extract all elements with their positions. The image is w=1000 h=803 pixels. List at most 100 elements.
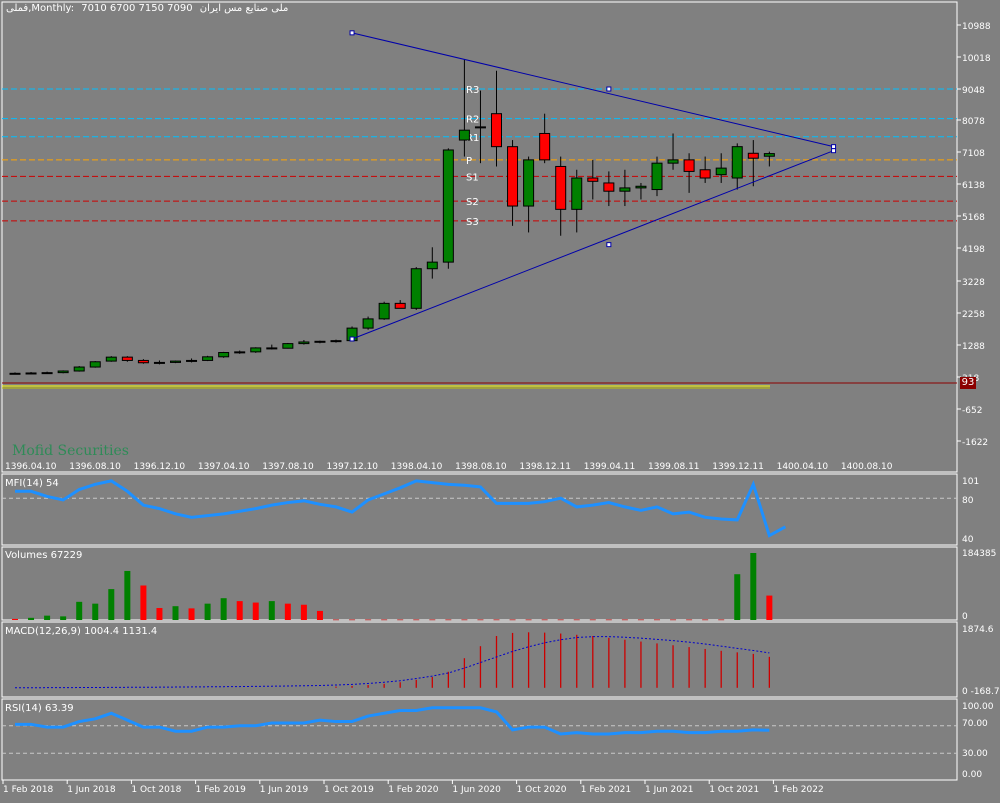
candle-body xyxy=(330,340,342,343)
time-tick-label-top: 1397.04.10 xyxy=(198,462,250,472)
chart-window: R3 R2 R1 P S1 S2 S3 101 80 40 184385 0 1874.6 0 -1… xyxy=(0,0,1000,800)
price-tick-label: -1622 xyxy=(962,438,988,448)
volume-bar xyxy=(589,619,596,621)
pivot-label-r3: R3 xyxy=(466,85,479,96)
price-tick-label: 8078 xyxy=(962,117,985,127)
volume-bar xyxy=(365,619,372,621)
volume-bar xyxy=(541,619,548,621)
candle-body xyxy=(699,169,711,179)
volume-bar xyxy=(124,570,131,620)
candle-body xyxy=(426,261,438,270)
candle-body xyxy=(491,113,502,148)
price-tick-label: 7108 xyxy=(962,149,985,159)
time-tick-label-bottom: 1 Jun 2019 xyxy=(260,785,309,795)
candle-body xyxy=(731,146,743,179)
time-tick-label-bottom: 1 Feb 2022 xyxy=(773,785,823,795)
candle-body xyxy=(314,340,326,343)
time-tick-label-top: 1396.04.10 xyxy=(5,462,57,472)
volume-bar xyxy=(509,619,516,621)
price-tick-label: 2258 xyxy=(962,310,985,320)
time-tick-label-top: 1397.08.10 xyxy=(262,462,314,472)
candle-body xyxy=(153,361,165,364)
time-tick-label-top: 1396.12.10 xyxy=(134,462,186,472)
pivot-label-s3: S3 xyxy=(466,217,479,228)
volume-tick-label: 184385 xyxy=(962,549,996,559)
candle-body xyxy=(619,187,631,192)
volume-bar xyxy=(413,619,420,621)
volume-bar xyxy=(300,604,307,620)
time-tick-label-bottom: 1 Oct 2021 xyxy=(709,785,759,795)
price-tick-label: 1288 xyxy=(962,342,985,352)
candle-body xyxy=(105,356,117,362)
chart-canvas[interactable]: R3R2R1PS1S2S3 1018040 1843850 1874.60 -1… xyxy=(0,0,1000,800)
volume-bar xyxy=(268,601,275,620)
candle-body xyxy=(539,132,551,161)
time-tick-label-top: 1400.08.10 xyxy=(841,462,893,472)
candle-body xyxy=(667,159,679,164)
price-tick-label: -652 xyxy=(962,406,982,416)
triangle-anchor-point xyxy=(606,86,612,92)
volume-bar xyxy=(397,619,404,621)
candle-body xyxy=(89,361,101,368)
candle-body xyxy=(683,159,695,172)
volume-bar xyxy=(429,619,436,621)
volume-bar xyxy=(702,619,709,621)
time-tick-label-top: 1399.04.11 xyxy=(584,462,636,472)
candle-body xyxy=(73,366,85,372)
candle-body xyxy=(298,341,310,345)
candle-body xyxy=(170,360,181,363)
volume-bar xyxy=(188,608,195,620)
chart-header: فملی,Monthly: 7010 6700 7150 7090 ملی صن… xyxy=(6,3,288,14)
candle-body xyxy=(635,185,647,189)
pivot-label-p: P xyxy=(466,156,472,167)
mfi-tick-label: 80 xyxy=(962,496,974,506)
current-price-badge: 93 xyxy=(960,377,976,389)
volume-bar xyxy=(525,619,532,621)
rsi-tick-label: 70.00 xyxy=(962,719,988,729)
candle-body xyxy=(523,159,535,207)
volume-bar xyxy=(316,610,323,620)
candle-body xyxy=(747,152,759,159)
triangle-anchor-point xyxy=(349,30,355,36)
candle-body xyxy=(9,372,21,375)
pivot-label-s1: S1 xyxy=(466,172,479,183)
volume-bar xyxy=(156,608,163,620)
time-tick-label-top: 1400.04.10 xyxy=(777,462,829,472)
mfi-tick-label: 40 xyxy=(962,535,974,545)
header-name: ملی صنایع مس ایران xyxy=(199,3,289,14)
volume-bar xyxy=(204,603,211,620)
volume-bar xyxy=(477,619,484,621)
rsi-tick-label: 0.00 xyxy=(962,770,982,780)
candle-body xyxy=(121,356,133,361)
volume-bar xyxy=(557,619,564,621)
volume-bar xyxy=(349,619,356,621)
candle-body xyxy=(442,149,454,263)
volume-bar xyxy=(28,617,35,620)
time-tick-label-top: 1396.08.10 xyxy=(69,462,121,472)
time-tick-label-bottom: 1 Oct 2018 xyxy=(131,785,181,795)
volume-bar xyxy=(573,619,580,621)
volume-bar xyxy=(92,603,99,620)
macd-tick-label: 1874.6 xyxy=(962,625,994,635)
triangle-anchor-point xyxy=(349,336,355,342)
volume-bar xyxy=(461,619,468,621)
candle-body xyxy=(202,356,214,361)
volume-bar xyxy=(252,602,259,620)
candle-body xyxy=(41,372,53,375)
time-tick-label-top: 1399.12.11 xyxy=(712,462,764,472)
volume-bar xyxy=(333,619,339,621)
time-tick-label-bottom: 1 Feb 2021 xyxy=(581,785,631,795)
volume-bar xyxy=(381,619,388,621)
volume-bar xyxy=(637,619,644,621)
volume-bar xyxy=(605,619,612,621)
time-tick-label-bottom: 1 Feb 2020 xyxy=(388,785,439,795)
volume-bar xyxy=(76,601,83,620)
volume-bar xyxy=(750,553,757,620)
macd-title: MACD(12,26,9) 1004.4 1131.4 xyxy=(5,626,158,637)
macd-tick-label: 0 -168.7 xyxy=(962,687,1000,697)
candle-body xyxy=(362,318,374,329)
candle-body xyxy=(555,165,567,210)
candle-body xyxy=(57,370,69,374)
price-tick-label: 9048 xyxy=(962,86,985,96)
price-tick-label: 10018 xyxy=(962,54,991,64)
